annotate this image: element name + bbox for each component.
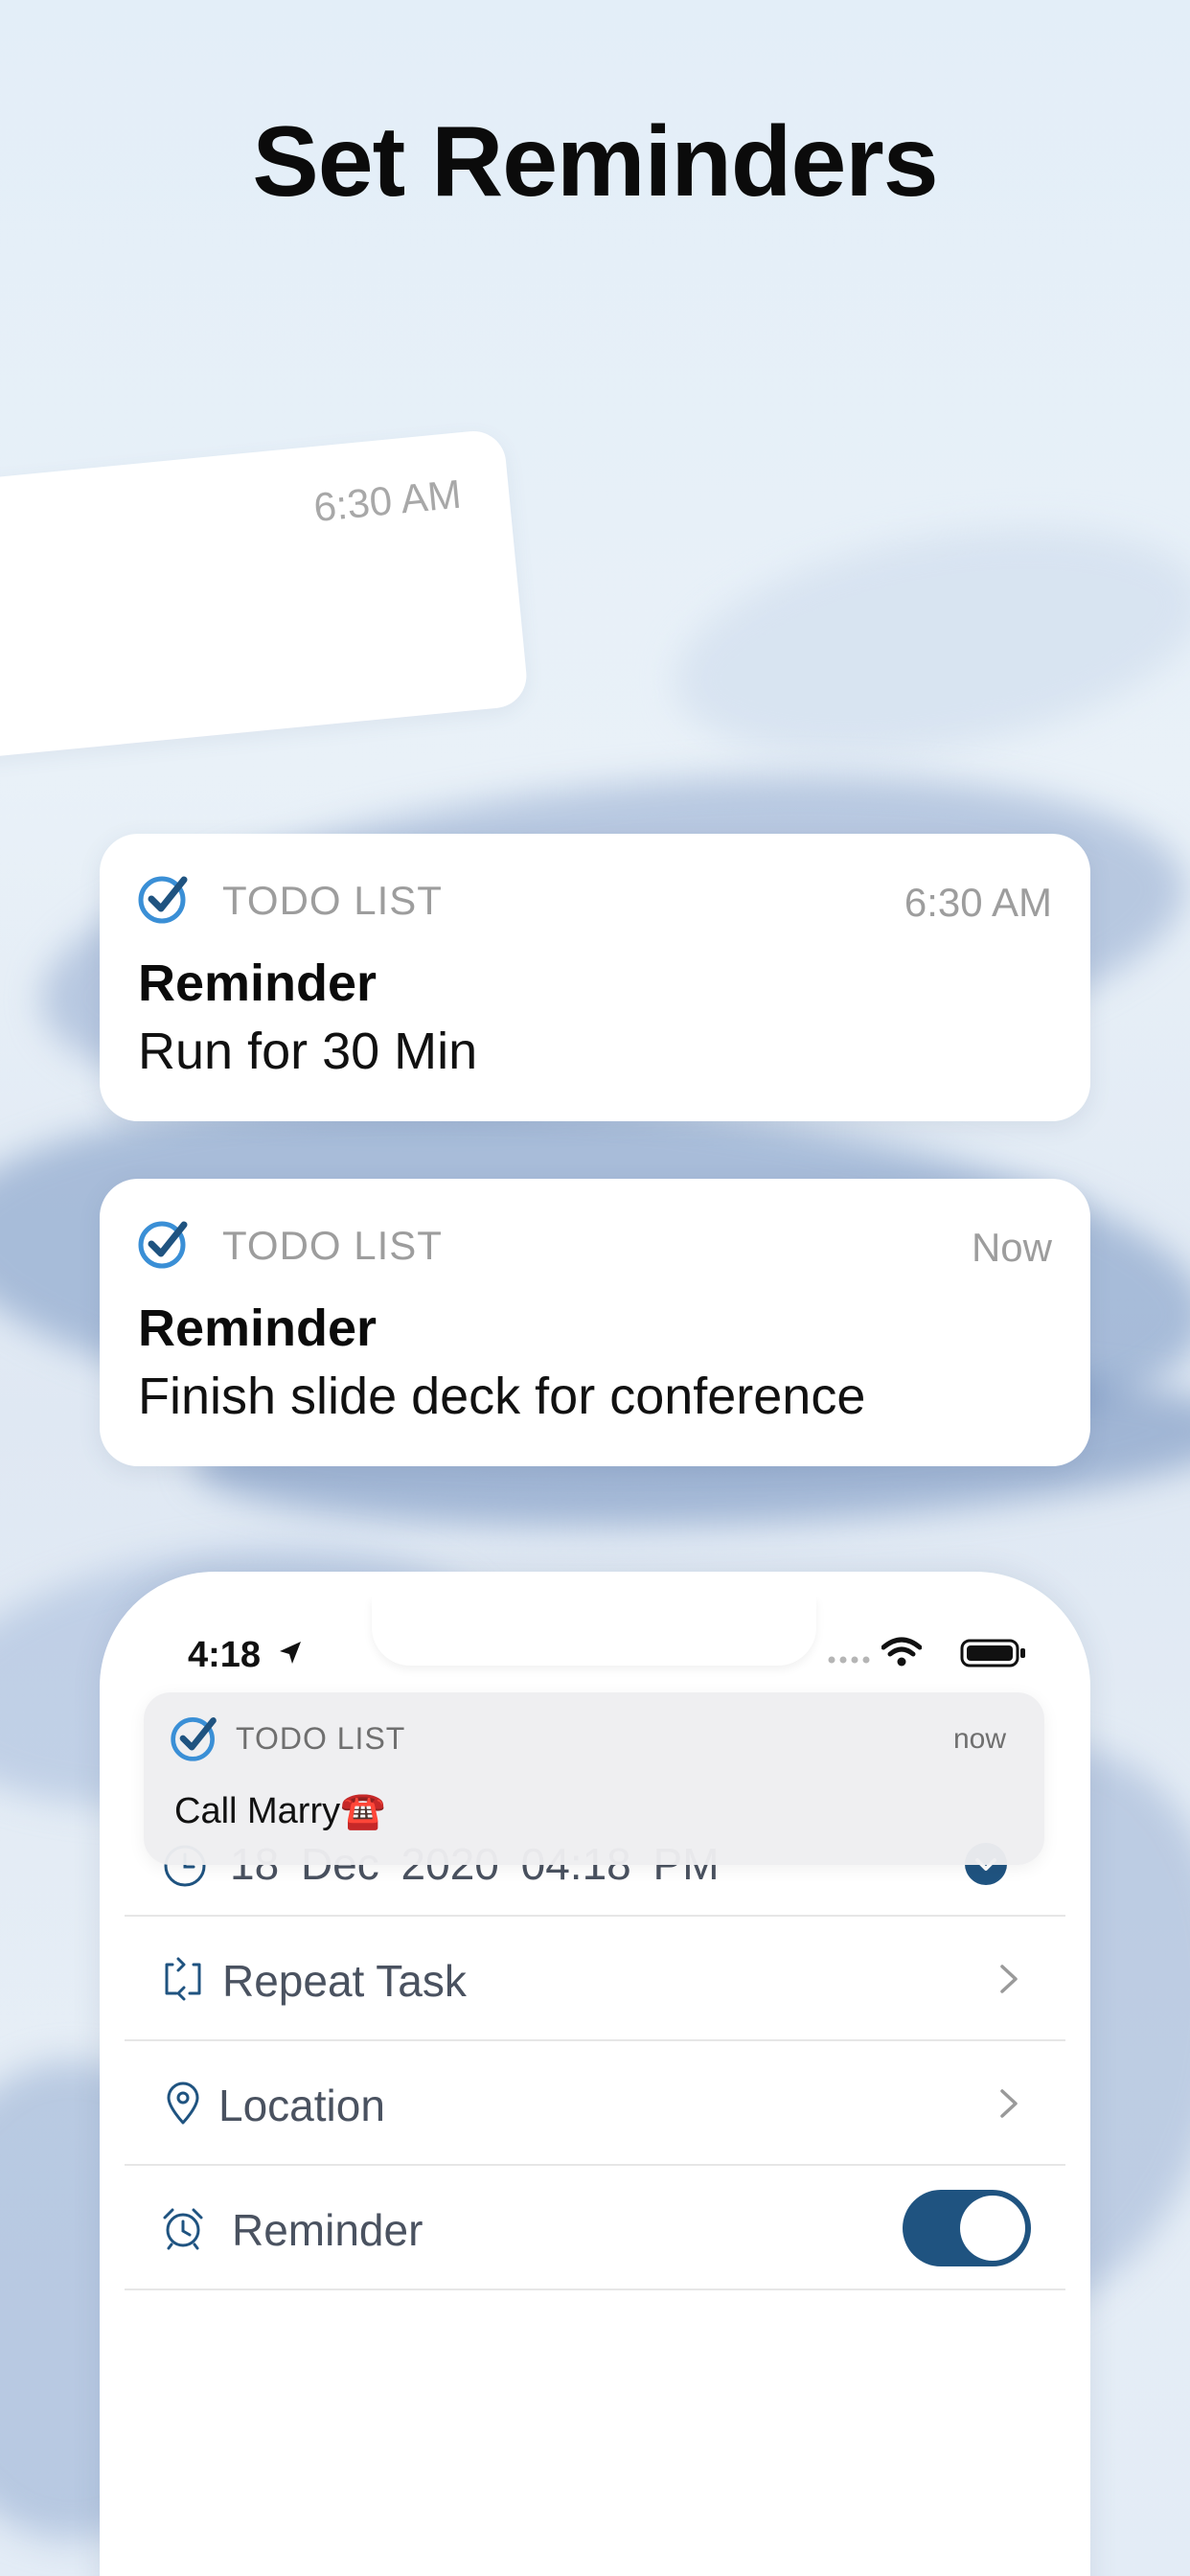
todo-check-icon [171,1717,217,1761]
repeat-icon [165,1957,201,2001]
notification-card[interactable]: TODO LIST 6:30 AM Reminder Run for 30 Mi… [100,834,1090,1121]
notification-time: Now [971,1225,1052,1270]
banner-app-name: TODO LIST [236,1721,406,1756]
status-bar-time: 4:18 [188,1635,262,1675]
row-label: Location [218,2081,385,2130]
notification-body: Finish slide deck for conference [138,1368,866,1425]
reminder-row[interactable]: Reminder [125,2166,1065,2290]
todo-check-icon [138,876,188,924]
notification-card[interactable]: TODO LIST Now Reminder Finish slide deck… [100,1179,1090,1466]
notification-header: TODO LIST Now [136,1215,1052,1273]
toggle-knob [960,2196,1025,2261]
background-notification-card: 6:30 AM [0,427,530,761]
reminder-toggle[interactable] [903,2190,1031,2266]
status-bar-indicators [816,1637,1027,1671]
banner-body: Call Marry☎️ [174,1791,386,1831]
phone-screen: 18 Dec 2020 04:18 PM TODO LIST now Call … [125,1597,1065,2576]
location-row[interactable]: Location [125,2041,1065,2166]
notification-title: Reminder [138,1300,378,1357]
chevron-right-icon [1000,2089,1018,2118]
row-label: Repeat Task [222,1956,467,2006]
notification-time: 6:30 AM [904,880,1052,925]
page-title: Set Reminders [252,106,938,218]
chevron-right-icon [1000,1965,1018,1993]
notification-time: 6:30 AM [311,471,464,531]
app-name: TODO LIST [222,1223,443,1268]
location-arrow-icon [280,1642,301,1664]
alarm-clock-icon [163,2208,203,2250]
notification-banner[interactable]: TODO LIST now Call Marry☎️ [144,1692,1044,1865]
notification-header: TODO LIST 6:30 AM [136,870,1052,928]
notification-title: Reminder [138,954,378,1012]
todo-check-icon [138,1221,188,1269]
signal-icon [828,1656,870,1664]
banner-time: now [952,1723,1006,1755]
location-pin-icon [167,2082,199,2125]
wifi-icon [881,1637,922,1667]
notification-body: Run for 30 Min [138,1023,478,1080]
repeat-task-row[interactable]: Repeat Task [125,1917,1065,2041]
phone-frame: 18 Dec 2020 04:18 PM TODO LIST now Call … [100,1572,1090,2576]
phone-notch [372,1597,816,1666]
app-name: TODO LIST [222,878,443,923]
battery-icon [960,1639,1025,1668]
row-label: Reminder [232,2205,423,2255]
